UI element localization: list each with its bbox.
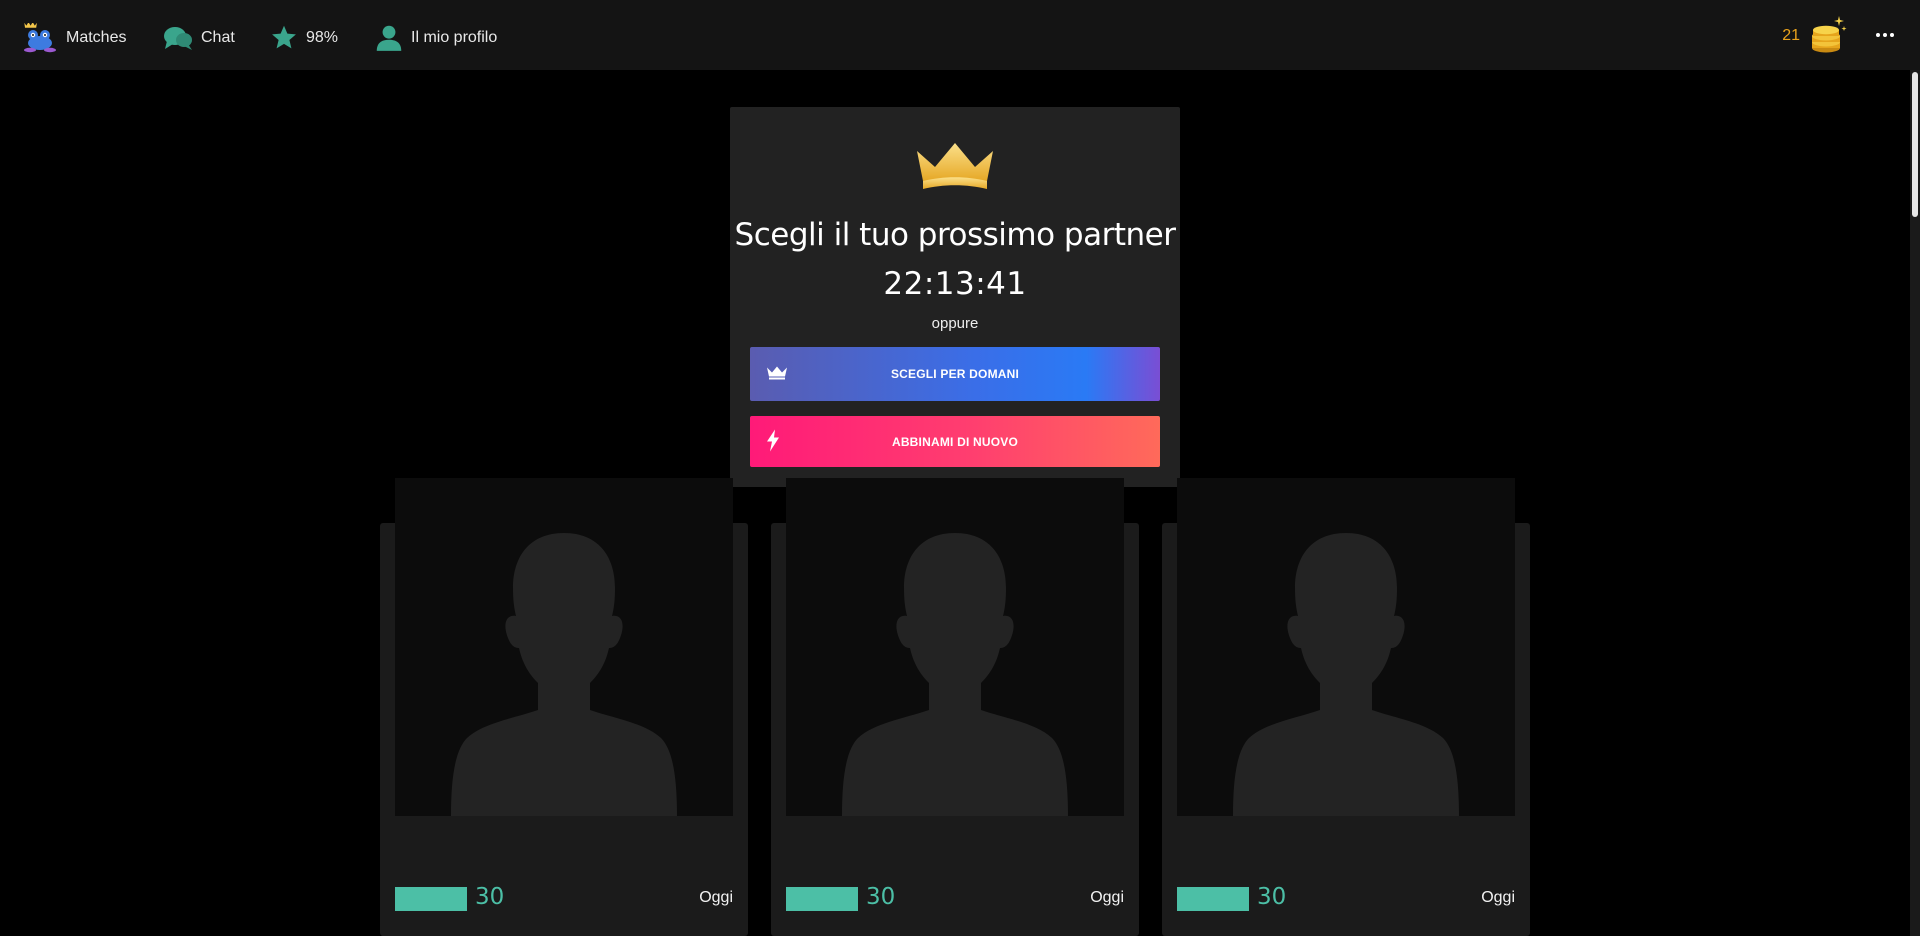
match-date: Oggi xyxy=(1090,889,1124,906)
nav-matches-label: Matches xyxy=(66,28,127,46)
compatibility-bar xyxy=(786,887,858,911)
page-scrollbar[interactable] xyxy=(1910,70,1920,936)
coin-balance[interactable]: 21 xyxy=(1782,14,1848,58)
choose-for-tomorrow-label: SCEGLI PER DOMANI xyxy=(890,367,1020,381)
scrollbar-thumb[interactable] xyxy=(1912,72,1918,217)
nav-rating-label: 98% xyxy=(306,28,339,46)
compatibility-score: 30 xyxy=(1257,884,1287,910)
crown-icon xyxy=(915,141,995,196)
match-card[interactable]: 30 Oggi xyxy=(380,478,748,936)
match-card[interactable]: 30 Oggi xyxy=(1162,478,1530,936)
choose-for-tomorrow-button[interactable]: SCEGLI PER DOMANI xyxy=(750,347,1160,401)
avatar-placeholder xyxy=(1177,478,1515,816)
panel-title: Scegli il tuo prossimo partner xyxy=(734,217,1176,253)
countdown-timer: 22:13:41 xyxy=(883,266,1027,302)
match-date: Oggi xyxy=(1481,889,1515,906)
compatibility-score: 30 xyxy=(866,884,896,910)
nav-chat[interactable]: Chat xyxy=(163,0,235,75)
compatibility-bar xyxy=(1177,887,1249,911)
crown-icon xyxy=(766,366,788,383)
avatar-placeholder xyxy=(395,478,733,816)
more-horizontal-icon xyxy=(1875,33,1896,37)
nav-profile-label: Il mio profilo xyxy=(411,28,498,46)
top-navigation-bar: Matches Chat 98% Il mio profilo 21 xyxy=(0,0,1920,70)
match-again-label: ABBINAMI DI NUOVO xyxy=(891,434,1019,449)
choose-partner-panel: Scegli il tuo prossimo partner 22:13:41 … xyxy=(730,107,1180,487)
star-icon xyxy=(270,24,298,51)
compatibility-bar xyxy=(395,887,467,911)
or-separator: oppure xyxy=(931,315,979,332)
match-card[interactable]: 30 Oggi xyxy=(771,478,1139,936)
match-again-button[interactable]: ABBINAMI DI NUOVO xyxy=(750,416,1160,467)
nav-matches[interactable]: Matches xyxy=(22,0,126,75)
avatar-placeholder xyxy=(786,478,1124,816)
nav-rating[interactable]: 98% xyxy=(270,0,338,75)
lightning-icon xyxy=(766,429,780,454)
more-menu-button[interactable] xyxy=(1872,22,1898,48)
nav-profile[interactable]: Il mio profilo xyxy=(375,0,497,75)
match-date: Oggi xyxy=(699,889,733,906)
user-icon xyxy=(375,24,403,52)
coin-stack-icon xyxy=(1808,14,1848,59)
chat-bubbles-icon xyxy=(163,25,193,51)
compatibility-score: 30 xyxy=(475,884,505,910)
nav-chat-label: Chat xyxy=(201,28,235,46)
coin-count: 21 xyxy=(1782,27,1800,44)
frog-mascot-icon xyxy=(22,22,58,53)
